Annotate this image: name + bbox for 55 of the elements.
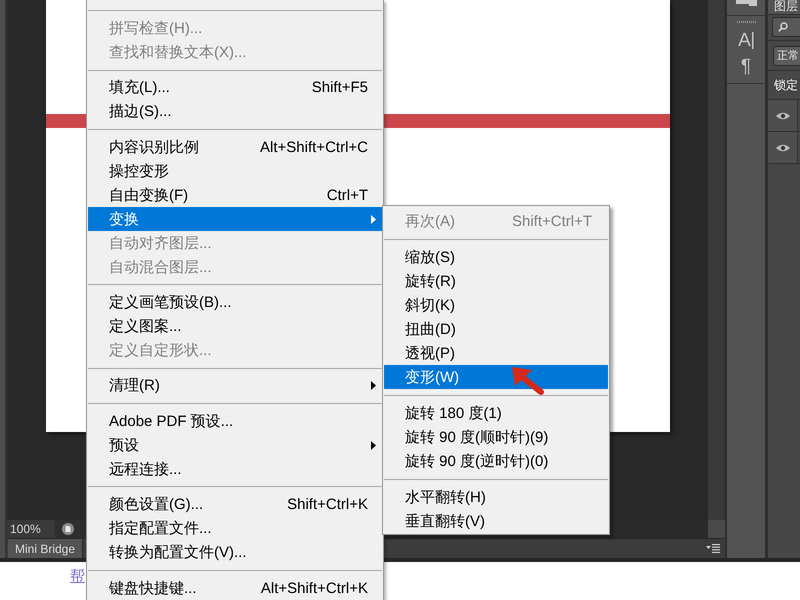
menu-item[interactable]: 预设 (88, 433, 382, 458)
menu-item[interactable]: 变形(W) (384, 365, 608, 389)
paragraph-panel-button[interactable]: ¶ (740, 55, 752, 77)
eye-icon (776, 144, 790, 152)
shortcut-text: Shift+F5 (312, 80, 368, 96)
menu-item[interactable]: 变换 (88, 207, 382, 232)
menu-item[interactable]: 转换为配置文件(V)... (88, 540, 382, 565)
menu-item[interactable]: 键盘快捷键... Alt+Shift+Ctrl+K (88, 576, 382, 600)
menu-item[interactable]: 远程连接... (88, 457, 382, 482)
panel-tab[interactable]: Mini Bridge (8, 539, 84, 558)
menu-item[interactable]: 旋转(R) (384, 269, 608, 293)
menu-item[interactable]: 操控变形 (88, 159, 382, 184)
menu-item[interactable]: 清理(R) (88, 374, 382, 398)
submenu-arrow-icon (371, 214, 376, 224)
visibility-toggle[interactable] (768, 132, 798, 163)
shortcut-text: Ctrl+T (326, 188, 368, 203)
menu-item[interactable]: 透视(P) (384, 341, 608, 365)
menu-item[interactable]: 内容识别比例 Alt+Shift+Ctrl+C (88, 135, 382, 160)
character-panel-button[interactable]: A (738, 29, 754, 51)
menu-item[interactable]: 定义图案... (88, 314, 382, 338)
shortcut-text: Shift+Ctrl+K (287, 497, 368, 512)
menu-item[interactable]: 旋转 90 度(顺时针)(9) (384, 425, 608, 449)
menu-item[interactable]: 旋转 90 度(逆时针)(0) (384, 449, 608, 473)
menu-item[interactable]: 水平翻转(H) (384, 485, 608, 509)
zoom-field[interactable]: 100% (7, 520, 55, 538)
shortcut-text: Alt+Shift+Ctrl+K (260, 580, 368, 596)
menu-item[interactable]: 自由变换(F) Ctrl+T (88, 183, 382, 208)
shortcut-text: Alt+Shift+Ctrl+C (260, 140, 368, 155)
menu-item[interactable]: 指定配置文件... (88, 516, 382, 541)
eye-icon (776, 112, 790, 120)
vertical-scrollbar[interactable] (708, 0, 725, 520)
tool-icon[interactable] (736, 0, 757, 6)
menu-item[interactable]: 扭曲(D) (384, 317, 608, 341)
menu-item[interactable]: 填充(L)... Shift+F5 (88, 76, 382, 100)
visibility-toggle[interactable] (768, 100, 798, 131)
blend-mode-dropdown[interactable]: 正常 (773, 46, 800, 66)
menu-item[interactable]: 缩放(S) (384, 245, 608, 269)
lock-label: 锁定 (774, 77, 798, 94)
menu-item[interactable]: 描边(S)... (88, 100, 382, 124)
menu-item[interactable]: Adobe PDF 预设... (88, 409, 382, 434)
submenu-arrow-icon (371, 381, 376, 390)
menu-item[interactable]: 颜色设置(G)... Shift+Ctrl+K (88, 492, 382, 517)
submenu-arrow-icon (371, 440, 376, 450)
shortcut-text: Shift+Ctrl+T (512, 214, 592, 228)
menu-item[interactable]: 斜切(K) (384, 293, 608, 317)
search-icon (778, 22, 788, 32)
menu-item[interactable]: 垂直翻转(V) (384, 509, 608, 533)
menu-item[interactable]: 定义画笔预设(B)... (88, 290, 382, 314)
status-menu-icon[interactable] (62, 523, 74, 535)
filter-field[interactable] (772, 17, 800, 37)
layers-tab[interactable]: 图层 (768, 0, 800, 14)
menu-item[interactable]: 旋转 180 度(1) (384, 401, 608, 425)
text-link[interactable]: 帮 (70, 568, 85, 585)
panel-menu-icon[interactable] (706, 544, 720, 553)
cursor-icon (752, 32, 754, 48)
